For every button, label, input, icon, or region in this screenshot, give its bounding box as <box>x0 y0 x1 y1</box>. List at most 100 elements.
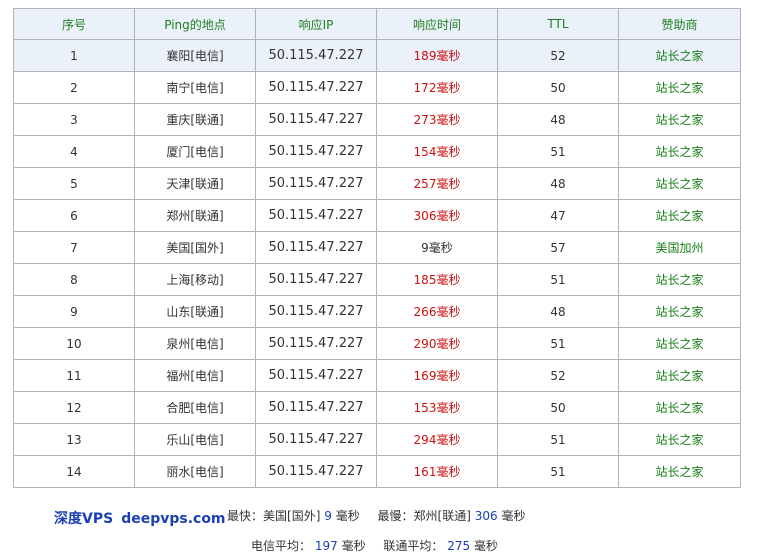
table-row: 6 郑州[联通] 50.115.47.227 306毫秒 47 站长之家 <box>13 199 741 232</box>
cell-ttl: 47 <box>497 199 619 232</box>
cell-location: 襄阳[电信] <box>134 39 256 72</box>
cell-ttl: 51 <box>497 135 619 168</box>
table-body: 1 襄阳[电信] 50.115.47.227 189毫秒 52 站长之家 2 南宁[电信] 50… <box>13 39 741 488</box>
cell-response-ip: 50.115.47.227 <box>255 295 377 328</box>
cell-response-ip: 50.115.47.227 <box>255 103 377 136</box>
cell-location: 丽水[电信] <box>134 455 256 488</box>
fastest-location: 美国[国外] <box>263 509 321 523</box>
cell-sponsor: 站长之家 <box>618 199 741 232</box>
cell-index: 2 <box>13 71 135 104</box>
unicom-avg-unit: 毫秒 <box>474 539 499 553</box>
table-row: 3 重庆[联通] 50.115.47.227 273毫秒 48 站长之家 <box>13 103 741 136</box>
telecom-avg-value: 197 <box>314 539 338 553</box>
cell-sponsor: 站长之家 <box>618 391 741 424</box>
cell-sponsor: 站长之家 <box>618 423 741 456</box>
cell-index: 3 <box>13 103 135 136</box>
cell-index: 5 <box>13 167 135 200</box>
cell-location: 合肥[电信] <box>134 391 256 424</box>
cell-response-time: 154毫秒 <box>376 135 498 168</box>
cell-location: 美国[国外] <box>134 231 256 264</box>
cell-response-ip: 50.115.47.227 <box>255 199 377 232</box>
unicom-avg-value: 275 <box>447 539 471 553</box>
table-row: 2 南宁[电信] 50.115.47.227 172毫秒 50 站长之家 <box>13 71 741 104</box>
brand-domain: deepvps.com <box>121 511 226 527</box>
cell-response-ip: 50.115.47.227 <box>255 71 377 104</box>
cell-sponsor: 站长之家 <box>618 359 741 392</box>
cell-location: 乐山[电信] <box>134 423 256 456</box>
cell-response-time: 257毫秒 <box>376 167 498 200</box>
cell-ttl: 51 <box>497 327 619 360</box>
cell-response-ip: 50.115.47.227 <box>255 231 377 264</box>
table-row: 14 丽水[电信] 50.115.47.227 161毫秒 51 站长之家 <box>13 455 741 488</box>
cell-index: 12 <box>13 391 135 424</box>
slowest-label: 最慢： <box>377 509 414 523</box>
cell-response-time: 294毫秒 <box>376 423 498 456</box>
cell-sponsor: 站长之家 <box>618 71 741 104</box>
cell-location: 南宁[电信] <box>134 71 256 104</box>
header-location: Ping的地点 <box>134 8 256 40</box>
cell-location: 山东[联通] <box>134 295 256 328</box>
cell-response-time: 306毫秒 <box>376 199 498 232</box>
cell-response-time: 290毫秒 <box>376 327 498 360</box>
header-ttl: TTL <box>497 8 619 40</box>
fastest-unit: 毫秒 <box>335 509 360 523</box>
table-row: 12 合肥[电信] 50.115.47.227 153毫秒 50 站长之家 <box>13 391 741 424</box>
fastest-label: 最快： <box>227 509 264 523</box>
cell-response-time: 9毫秒 <box>376 231 498 264</box>
header-index: 序号 <box>13 8 135 40</box>
cell-index: 1 <box>13 39 135 72</box>
cell-ttl: 48 <box>497 103 619 136</box>
table-row: 4 厦门[电信] 50.115.47.227 154毫秒 51 站长之家 <box>13 135 741 168</box>
cell-response-time: 273毫秒 <box>376 103 498 136</box>
header-response-time: 响应时间 <box>376 8 498 40</box>
brand-name: 深度VPS <box>54 511 114 527</box>
cell-sponsor: 站长之家 <box>618 327 741 360</box>
cell-sponsor: 站长之家 <box>618 135 741 168</box>
cell-index: 14 <box>13 455 135 488</box>
cell-sponsor: 站长之家 <box>618 263 741 296</box>
cell-response-ip: 50.115.47.227 <box>255 39 377 72</box>
cell-ttl: 52 <box>497 39 619 72</box>
cell-response-time: 172毫秒 <box>376 71 498 104</box>
cell-response-time: 266毫秒 <box>376 295 498 328</box>
brand-watermark: 深度VPS deepvps.com <box>54 508 226 528</box>
cell-ttl: 57 <box>497 231 619 264</box>
fastest-value: 9 <box>324 509 332 523</box>
cell-location: 重庆[联通] <box>134 103 256 136</box>
cell-index: 7 <box>13 231 135 264</box>
table-row: 1 襄阳[电信] 50.115.47.227 189毫秒 52 站长之家 <box>13 39 741 72</box>
summary-fast-slow: 最快：美国[国外] 9 毫秒 最慢：郑州[联通] 306 毫秒 <box>227 507 526 524</box>
cell-location: 厦门[电信] <box>134 135 256 168</box>
cell-response-ip: 50.115.47.227 <box>255 455 377 488</box>
cell-sponsor: 站长之家 <box>618 39 741 72</box>
cell-response-time: 169毫秒 <box>376 359 498 392</box>
telecom-avg-label: 电信平均： <box>251 539 312 553</box>
header-sponsor: 赞助商 <box>618 8 741 40</box>
cell-location: 郑州[联通] <box>134 199 256 232</box>
table-row: 13 乐山[电信] 50.115.47.227 294毫秒 51 站长之家 <box>13 423 741 456</box>
cell-ttl: 48 <box>497 295 619 328</box>
cell-response-time: 153毫秒 <box>376 391 498 424</box>
cell-index: 11 <box>13 359 135 392</box>
table-row: 5 天津[联通] 50.115.47.227 257毫秒 48 站长之家 <box>13 167 741 200</box>
cell-location: 上海[移动] <box>134 263 256 296</box>
cell-ttl: 48 <box>497 167 619 200</box>
cell-sponsor: 站长之家 <box>618 455 741 488</box>
cell-response-ip: 50.115.47.227 <box>255 263 377 296</box>
slowest-location: 郑州[联通] <box>413 509 471 523</box>
unicom-avg-label: 联通平均： <box>383 539 444 553</box>
cell-ttl: 50 <box>497 71 619 104</box>
cell-index: 10 <box>13 327 135 360</box>
cell-sponsor: 站长之家 <box>618 103 741 136</box>
cell-response-time: 161毫秒 <box>376 455 498 488</box>
slowest-value: 306 <box>474 509 498 523</box>
cell-ttl: 51 <box>497 455 619 488</box>
cell-index: 6 <box>13 199 135 232</box>
cell-location: 泉州[电信] <box>134 327 256 360</box>
header-response-ip: 响应IP <box>255 8 377 40</box>
cell-response-ip: 50.115.47.227 <box>255 359 377 392</box>
cell-response-time: 189毫秒 <box>376 39 498 72</box>
table-row: 10 泉州[电信] 50.115.47.227 290毫秒 51 站长之家 <box>13 327 741 360</box>
cell-ttl: 50 <box>497 391 619 424</box>
table-row: 9 山东[联通] 50.115.47.227 266毫秒 48 站长之家 <box>13 295 741 328</box>
